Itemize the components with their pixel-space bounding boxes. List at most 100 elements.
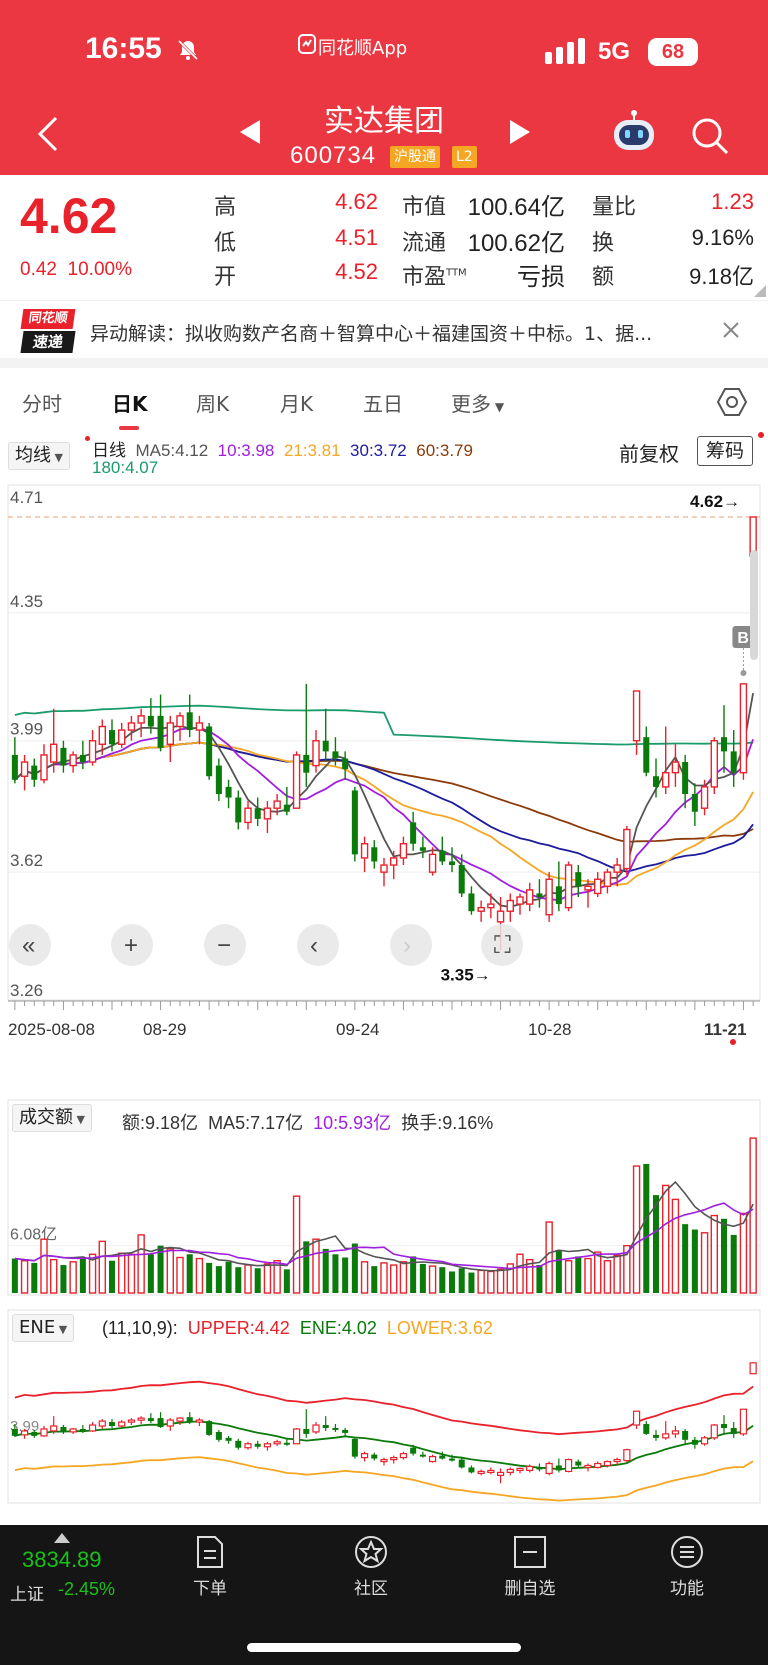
- ene-candle-body: [186, 1417, 193, 1423]
- bottom-bar: 3834.89 上证 -2.45% 下单 社区 删自选 功能: [0, 1525, 768, 1665]
- tab-five-day[interactable]: 五日: [363, 388, 403, 417]
- pan-fast-left-button-icon: «: [22, 932, 35, 959]
- volume-bar: [108, 1260, 116, 1293]
- legend-dot: [85, 436, 90, 441]
- pan-right-button-icon: ›: [403, 932, 411, 959]
- tab-weekly-k[interactable]: 周K: [196, 388, 229, 417]
- news-banner[interactable]: 同花顺 速递 异动解读：拟收购数产名商＋智算中心＋福建国资＋中标。1、据...: [0, 300, 768, 358]
- legend-ma30: 30:3.72: [350, 441, 407, 460]
- candle-body: [739, 683, 748, 774]
- ene-candle-body: [263, 1443, 272, 1448]
- search-icon[interactable]: [690, 116, 730, 156]
- ma-indicator-dropdown[interactable]: 均线 ▼: [8, 442, 70, 470]
- pe-label-text: 市盈: [402, 265, 447, 290]
- ene-candle-body: [564, 1458, 573, 1473]
- volume-chart[interactable]: 6.08亿: [0, 1095, 768, 1300]
- ene-candle-body: [439, 1455, 446, 1459]
- candle-body: [603, 871, 612, 888]
- settings-hexagon-icon[interactable]: [716, 386, 748, 418]
- adjust-mode-button[interactable]: 前复权: [619, 438, 679, 467]
- ene-candle-body: [98, 1420, 106, 1427]
- candle-body: [98, 725, 106, 745]
- candle-body: [623, 828, 631, 870]
- volume-bar: [700, 1232, 709, 1294]
- volume-bar: [206, 1262, 213, 1293]
- expand-corner-icon[interactable]: [754, 285, 766, 297]
- ene-frame: [7, 1309, 761, 1504]
- legend-ma60: 60:3.79: [416, 441, 473, 460]
- robot-assistant-icon[interactable]: [610, 110, 658, 158]
- turnover-value: 9.16%: [691, 225, 754, 250]
- volume-bar: [235, 1267, 242, 1293]
- candle-body: [700, 786, 709, 809]
- notification-dot: [758, 432, 764, 438]
- scroll-thumb: [750, 550, 758, 660]
- volume-bar: [351, 1243, 358, 1293]
- pan-left-button[interactable]: [297, 924, 339, 966]
- tab-daily-k[interactable]: 日K: [112, 388, 148, 417]
- volume-bar: [399, 1261, 408, 1294]
- volume-bar: [652, 1195, 660, 1293]
- candle-body: [419, 847, 426, 851]
- ene-candle-body: [458, 1459, 465, 1468]
- community-button[interactable]: 社区: [326, 1535, 416, 1599]
- index-up-arrow-icon: [54, 1533, 70, 1543]
- tab-more-label: 更多: [451, 392, 491, 416]
- tab-monthly-k[interactable]: 月K: [280, 388, 313, 417]
- index-value[interactable]: 3834.89: [22, 1547, 102, 1573]
- volume-bar: [749, 1137, 757, 1294]
- ene-chart[interactable]: 3.99: [0, 1305, 768, 1505]
- ene-candle-body: [603, 1460, 612, 1467]
- pan-right-button[interactable]: [390, 924, 432, 966]
- legend-ma180: 180:4.07: [92, 458, 159, 477]
- chip-button[interactable]: 筹码: [697, 436, 754, 466]
- ene-candle-body: [506, 1468, 514, 1473]
- kline-chart[interactable]: 4.71 4.35 3.99 3.62 3.26 4.62→ 3.35→ B « + − ‹ › ⛶ 202…: [0, 480, 768, 1055]
- separator: [0, 358, 768, 368]
- candle-body: [632, 690, 641, 742]
- ene-candle-body: [206, 1421, 213, 1435]
- news-logo: 同花顺 速递: [20, 309, 76, 353]
- ene-candle-body: [79, 1428, 86, 1431]
- candle-body: [448, 861, 456, 866]
- volume-bar: [186, 1254, 193, 1293]
- candle-body: [399, 843, 408, 859]
- candle-body: [60, 747, 67, 766]
- ene-candle-body: [526, 1465, 534, 1472]
- stock-code: 600734: [290, 142, 377, 169]
- close-icon[interactable]: [722, 321, 740, 339]
- candle-body: [410, 822, 417, 844]
- candle-body: [235, 797, 242, 823]
- candle-body: [137, 715, 145, 724]
- volume-bar: [69, 1261, 77, 1294]
- tab-more[interactable]: 更多 ▼: [451, 388, 504, 417]
- candle-body: [516, 896, 524, 905]
- news-text: 异动解读：拟收购数产名商＋智算中心＋福建国资＋中标。1、据...: [90, 323, 653, 345]
- y-axis-label: 3.62: [10, 851, 43, 870]
- ene-candle-body: [244, 1443, 252, 1449]
- ene-candle-body: [428, 1456, 437, 1463]
- menu-circle-icon: [671, 1536, 703, 1568]
- remove-watchlist-label: 删自选: [504, 1579, 556, 1599]
- volume-bar: [545, 1221, 553, 1294]
- volume-bar: [360, 1261, 369, 1294]
- order-button[interactable]: 下单: [165, 1535, 255, 1599]
- change-percent: 10.00%: [67, 259, 132, 280]
- functions-button[interactable]: 功能: [642, 1535, 732, 1599]
- remove-watchlist-button[interactable]: 删自选: [485, 1535, 575, 1599]
- volume-bar: [691, 1229, 698, 1293]
- ene-candle-body: [166, 1419, 174, 1427]
- tab-intraday[interactable]: 分时: [22, 388, 62, 417]
- ene-candle-body: [108, 1422, 116, 1427]
- pan-left-button-icon: ‹: [310, 932, 318, 959]
- volume-bar: [720, 1218, 728, 1293]
- next-stock-icon[interactable]: [508, 120, 530, 144]
- volume-y-label: 6.08亿: [10, 1226, 57, 1244]
- dropdown-arrow-icon: ▼: [51, 451, 63, 464]
- candle-body: [555, 886, 562, 905]
- volume-bar: [477, 1269, 485, 1294]
- functions-label: 功能: [670, 1579, 704, 1599]
- candle-body: [458, 865, 465, 894]
- volume-bar: [176, 1256, 184, 1294]
- ene-candle-body: [399, 1453, 408, 1459]
